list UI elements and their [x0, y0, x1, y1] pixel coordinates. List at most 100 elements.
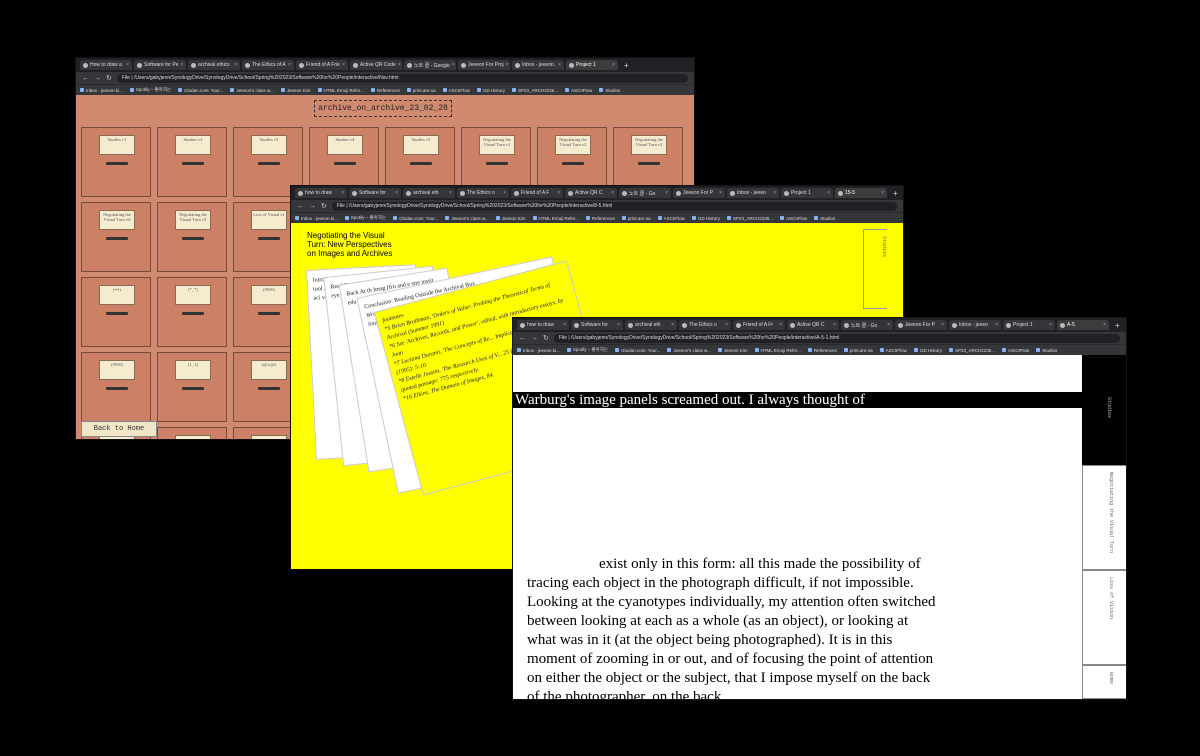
bookmark-item[interactable]: HTML Emoji Refer... [754, 348, 801, 353]
close-tab-icon[interactable]: × [827, 190, 830, 196]
back-arrow-icon[interactable]: ← [519, 335, 526, 342]
bookmark-item[interactable]: Studios [599, 88, 620, 93]
browser-tab[interactable]: The Ethics o × [679, 320, 731, 330]
archive-drawer[interactable]: Negotiating the Visual Turn v4 [81, 202, 151, 272]
close-tab-icon[interactable]: × [671, 322, 674, 328]
browser-tab[interactable]: Friend of A Frie × [296, 60, 348, 70]
archive-drawer[interactable]: Studies v2 [157, 127, 227, 197]
browser-tab[interactable]: Active QR Code × [350, 60, 402, 70]
bookmark-item[interactable]: Studios [814, 216, 835, 221]
url-field[interactable]: File | /Users/gabyjenn/SynologyDrive/Syn… [553, 333, 1120, 343]
close-tab-icon[interactable]: × [558, 62, 561, 68]
browser-tab[interactable]: Jeeeon For P × [895, 320, 947, 330]
close-tab-icon[interactable]: × [887, 322, 890, 328]
bookmark-item[interactable]: SP23_ARCH2236... [948, 348, 995, 353]
browser-tab[interactable]: 노트 클 - Go × [841, 320, 893, 330]
close-tab-icon[interactable]: × [995, 322, 998, 328]
close-tab-icon[interactable]: × [1103, 322, 1106, 328]
bookmark-item[interactable]: ASCIIFlow [879, 348, 907, 353]
bookmark-item[interactable]: SP23_ARCH2236... [726, 216, 773, 221]
browser-tab[interactable]: Active QR C × [565, 188, 617, 198]
browser-tab[interactable]: archival ethics × [188, 60, 240, 70]
bookmark-item[interactable]: Glodan.com: Your... [615, 348, 660, 353]
close-tab-icon[interactable]: × [341, 190, 344, 196]
close-tab-icon[interactable]: × [665, 190, 668, 196]
bookmark-item[interactable]: Jeeeon's class w... [667, 348, 711, 353]
browser-tab[interactable]: Jeeeon For Proj × [458, 60, 510, 70]
bookmark-item[interactable]: Glodan.com: Your... [393, 216, 438, 221]
close-tab-icon[interactable]: × [234, 62, 237, 68]
bookmark-item[interactable]: References [370, 88, 400, 93]
bookmark-item[interactable]: Spotify – 좋아하는 [129, 87, 171, 93]
bookmark-item[interactable]: GD History [691, 216, 720, 221]
bookmark-item[interactable]: HTML Emoji Refer... [532, 216, 579, 221]
close-tab-icon[interactable]: × [773, 190, 776, 196]
close-tab-icon[interactable]: × [833, 322, 836, 328]
archive-drawer[interactable]: Studies v1 [81, 127, 151, 197]
bookmark-item[interactable]: Jeeeon Kim [495, 216, 526, 221]
close-tab-icon[interactable]: × [881, 190, 884, 196]
archive-drawer[interactable]: (•i•) [81, 277, 151, 347]
browser-tab[interactable]: Software for × [571, 320, 623, 330]
close-tab-icon[interactable]: × [180, 62, 183, 68]
browser-tab[interactable]: The Ethics o × [457, 188, 509, 198]
close-tab-icon[interactable]: × [506, 62, 509, 68]
archive-drawer[interactable] [157, 427, 227, 439]
browser-tab[interactable]: archival eth × [625, 320, 677, 330]
side-tab-home[interactable]: Home [1082, 665, 1126, 699]
close-tab-icon[interactable]: × [452, 62, 455, 68]
back-arrow-icon[interactable]: ← [297, 203, 304, 210]
side-tab-studies[interactable]: Studies [863, 229, 887, 309]
close-tab-icon[interactable]: × [719, 190, 722, 196]
side-tab-loss-of-vision[interactable]: Loss of Vision [1082, 570, 1126, 665]
close-tab-icon[interactable]: × [557, 190, 560, 196]
bookmark-item[interactable]: ASCIIFlow [779, 216, 807, 221]
close-tab-icon[interactable]: × [563, 322, 566, 328]
browser-tab[interactable]: Active QR C × [787, 320, 839, 330]
close-tab-icon[interactable]: × [395, 190, 398, 196]
browser-tab[interactable]: Friend of A F × [511, 188, 563, 198]
forward-arrow-icon[interactable]: → [531, 335, 538, 342]
browser-tab[interactable]: The Ethics of A × [242, 60, 294, 70]
bookmark-item[interactable]: Inbox - jeeeon.ki... [80, 88, 123, 93]
forward-arrow-icon[interactable]: → [94, 75, 101, 82]
bookmark-item[interactable]: References [585, 216, 615, 221]
close-tab-icon[interactable]: × [617, 322, 620, 328]
new-tab-icon[interactable]: + [620, 61, 633, 70]
archive-drawer[interactable]: (0W0) [81, 352, 151, 422]
bookmark-item[interactable]: Spotify – 좋아하는 [344, 215, 386, 221]
bookmark-item[interactable]: Studios [1036, 348, 1057, 353]
browser-tab[interactable]: archival eth × [403, 188, 455, 198]
browser-tab[interactable]: Project 1 × [1003, 320, 1055, 330]
browser-tab[interactable]: Inbox - jeeeo × [949, 320, 1001, 330]
reload-icon[interactable]: ↻ [321, 202, 327, 210]
bookmark-item[interactable]: Jeeeon Kim [280, 88, 311, 93]
browser-tab[interactable]: Inbox - jeeeo × [727, 188, 779, 198]
bookmark-item[interactable]: ASCIIFlow [1001, 348, 1029, 353]
close-tab-icon[interactable]: × [612, 62, 615, 68]
bookmark-item[interactable]: GD History [476, 88, 505, 93]
close-tab-icon[interactable]: × [288, 62, 291, 68]
browser-tab[interactable]: Friend of A Fr × [733, 320, 785, 330]
browser-tab[interactable]: 15-5 × [835, 188, 887, 198]
forward-arrow-icon[interactable]: → [309, 203, 316, 210]
bookmark-item[interactable]: print.are.na [406, 88, 436, 93]
archive-drawer[interactable]: (*_*) [157, 277, 227, 347]
new-tab-icon[interactable]: + [889, 189, 902, 198]
bookmark-item[interactable]: print.are.na [621, 216, 651, 221]
close-tab-icon[interactable]: × [342, 62, 345, 68]
browser-tab[interactable]: Software for Pe × [134, 60, 186, 70]
archive-drawer[interactable]: (1_1) [157, 352, 227, 422]
archive-drawer[interactable]: Negotiating the Visual Turn v5 [157, 202, 227, 272]
browser-tab[interactable]: 노트 클 - Google × [404, 60, 456, 70]
side-tab-studies[interactable]: Studies [1082, 397, 1126, 457]
bookmark-item[interactable]: HTML Emoji Refer... [317, 88, 364, 93]
close-tab-icon[interactable]: × [1049, 322, 1052, 328]
back-arrow-icon[interactable]: ← [82, 75, 89, 82]
bookmark-item[interactable]: ASCIIFlow [564, 88, 592, 93]
close-tab-icon[interactable]: × [449, 190, 452, 196]
browser-tab[interactable]: Software for × [349, 188, 401, 198]
bookmark-item[interactable]: print.are.na [843, 348, 873, 353]
bookmark-item[interactable]: Glodan.com: Your... [178, 88, 223, 93]
bookmark-item[interactable]: SP23_ARCH2236... [511, 88, 558, 93]
